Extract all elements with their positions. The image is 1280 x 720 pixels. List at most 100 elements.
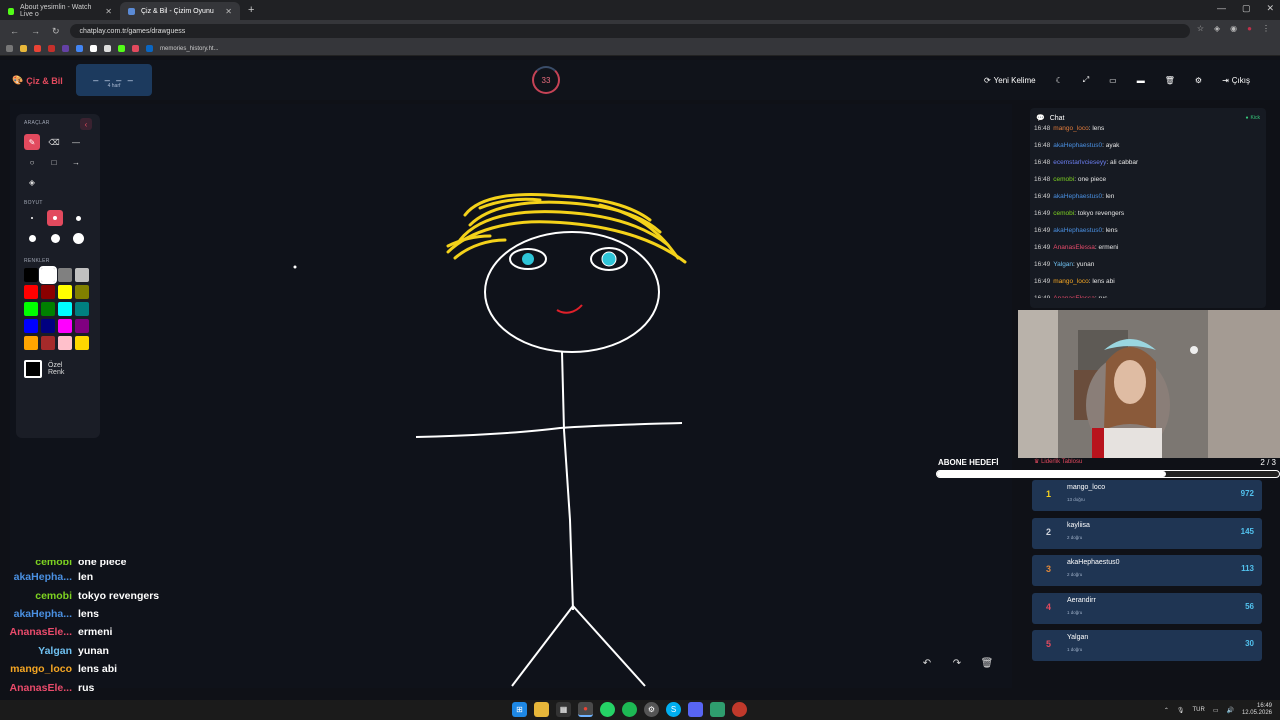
bookmark-star-icon[interactable]: ☆	[1197, 24, 1204, 33]
chat-username[interactable]: cemobi	[1053, 176, 1074, 183]
color-swatch[interactable]	[24, 268, 38, 282]
menu-icon[interactable]: ⋮	[1262, 24, 1270, 33]
chat-username[interactable]: akaHephaestus0	[1053, 227, 1102, 234]
chevron-up-icon[interactable]: ⌃	[1164, 707, 1169, 714]
language-indicator[interactable]: TUR	[1192, 707, 1204, 713]
settings-button[interactable]: ⚙	[1185, 70, 1212, 90]
exit-button[interactable]: ⇥ Çıkış	[1212, 70, 1260, 90]
chat-time: 16:49	[1034, 210, 1051, 217]
color-swatch[interactable]	[58, 285, 72, 299]
app-icon[interactable]	[710, 702, 725, 717]
leaderboard-correct-count: 2 doğru	[1067, 534, 1083, 540]
network-icon[interactable]: ▭	[1213, 707, 1219, 714]
fill-tool[interactable]: ◈	[24, 174, 40, 190]
settings-app-icon[interactable]: ⚙	[644, 702, 659, 717]
undo-button[interactable]: ↶	[918, 654, 936, 672]
fullscreen-button[interactable]: ⤢	[1073, 70, 1099, 90]
custom-color-label: Renk	[48, 369, 65, 376]
chat-time: 16:48	[1034, 125, 1051, 132]
color-swatch[interactable]	[75, 336, 89, 350]
volume-icon[interactable]: 🔊	[1226, 707, 1233, 714]
store-icon[interactable]: ▦	[556, 702, 571, 717]
window-icon: ▭	[1109, 75, 1117, 85]
panel-button[interactable]: ▬	[1127, 70, 1155, 90]
clear-button[interactable]: 🗑	[1155, 70, 1185, 90]
size-xs[interactable]	[24, 210, 40, 226]
chat-username[interactable]: mango_loco	[1053, 278, 1088, 285]
line-tool[interactable]: —	[68, 134, 84, 150]
chat-username[interactable]: mango_loco	[1053, 125, 1088, 132]
color-swatch[interactable]	[58, 336, 72, 350]
file-explorer-icon[interactable]	[534, 702, 549, 717]
circle-tool[interactable]: ○	[24, 154, 40, 170]
color-swatch[interactable]	[58, 268, 72, 282]
windows-start-icon[interactable]: ⊞	[512, 702, 527, 717]
arrow-tool[interactable]: →	[68, 154, 84, 170]
size-s[interactable]	[47, 210, 63, 226]
spotify-icon[interactable]	[622, 702, 637, 717]
app-icon[interactable]	[732, 702, 747, 717]
extension-icon[interactable]: ◉	[1230, 24, 1237, 33]
color-swatch[interactable]	[41, 302, 55, 316]
size-xl[interactable]	[47, 230, 63, 246]
color-swatch[interactable]	[24, 319, 38, 333]
redo-button[interactable]: ↷	[948, 654, 966, 672]
chrome-icon[interactable]: ●	[578, 702, 593, 717]
color-swatch[interactable]	[75, 319, 89, 333]
size-xxl[interactable]	[70, 230, 86, 246]
leaderboard-rank: 2	[1046, 526, 1052, 537]
size-section-label: BOYUT	[24, 200, 43, 206]
color-swatch[interactable]	[58, 319, 72, 333]
skype-icon[interactable]: S	[666, 702, 681, 717]
chat-message: 16:49 akaHephaestus0: lens	[1034, 222, 1262, 239]
color-swatch[interactable]	[75, 268, 89, 282]
minimize-icon[interactable]: —	[1217, 3, 1226, 14]
eraser-icon: ⌫	[48, 137, 60, 147]
layout-button[interactable]: ▭	[1099, 70, 1127, 90]
chat-username[interactable]: ecemstarlvcieseyy	[1053, 159, 1106, 166]
profile-avatar[interactable]: ●	[1247, 24, 1252, 33]
chat-username[interactable]: cemobi	[1053, 210, 1074, 217]
color-swatch[interactable]	[24, 336, 38, 350]
size-l[interactable]	[24, 230, 40, 246]
clock[interactable]: 16:49 12.05.2026	[1242, 703, 1272, 717]
chat-username[interactable]: AnanasElessa	[1053, 244, 1095, 251]
chat-username[interactable]: AnanasElessa	[1053, 295, 1095, 298]
leaderboard-score: 972	[1240, 489, 1254, 498]
taskbar: ⊞ ▦ ● ⚙ S ⌃ 🎙 TUR ▭ 🔊 16:49 12.05.2026	[0, 700, 1280, 720]
brush-tool[interactable]: ✎	[24, 134, 40, 150]
chat-username[interactable]: akaHephaestus0	[1053, 193, 1102, 200]
color-swatch[interactable]	[75, 285, 89, 299]
discord-icon[interactable]	[688, 702, 703, 717]
chat-username[interactable]: akaHephaestus0	[1053, 142, 1102, 149]
color-swatch[interactable]	[75, 302, 89, 316]
window-controls: — ▢ ✕	[1217, 3, 1274, 14]
color-swatch[interactable]	[24, 285, 38, 299]
maximize-icon[interactable]: ▢	[1242, 3, 1251, 14]
overlay-chat-username: akaHepha...	[13, 571, 72, 584]
color-swatch[interactable]	[41, 336, 55, 350]
color-swatch[interactable]	[39, 266, 57, 284]
eraser-tool[interactable]: ⌫	[46, 134, 62, 150]
kick-badge-label: Kick	[1250, 115, 1260, 121]
extension-icon[interactable]: ◈	[1214, 24, 1220, 33]
mic-icon[interactable]: 🎙	[1177, 707, 1185, 714]
chat-username[interactable]: Yalgan	[1053, 261, 1073, 268]
color-swatch[interactable]	[41, 285, 55, 299]
color-swatch[interactable]	[41, 319, 55, 333]
square-tool[interactable]: □	[46, 154, 62, 170]
color-swatch[interactable]	[24, 302, 38, 316]
leaderboard-row: 2 kayliisa 2 doğru 145	[1032, 517, 1262, 549]
color-swatch[interactable]	[58, 302, 72, 316]
header-actions: ⟳ Yeni Kelime ☾ ⤢ ▭ ▬ 🗑 ⚙ ⇥ Çıkış	[974, 70, 1260, 90]
whatsapp-icon[interactable]	[600, 702, 615, 717]
theme-toggle-button[interactable]: ☾	[1046, 70, 1073, 90]
close-window-icon[interactable]: ✕	[1266, 3, 1274, 14]
size-m[interactable]	[70, 210, 86, 226]
collapse-panel-button[interactable]: ‹	[80, 118, 92, 130]
overlay-chat-message: akaHepha... lens	[0, 605, 240, 623]
clear-canvas-button[interactable]: 🗑	[978, 654, 996, 672]
custom-color-button[interactable]: Özel Renk	[24, 360, 92, 378]
leaderboard-row: 3 akaHephaestus0 2 doğru 113	[1032, 555, 1262, 586]
chat-message: 16:49 cemobi: tokyo revengers	[1034, 205, 1262, 222]
